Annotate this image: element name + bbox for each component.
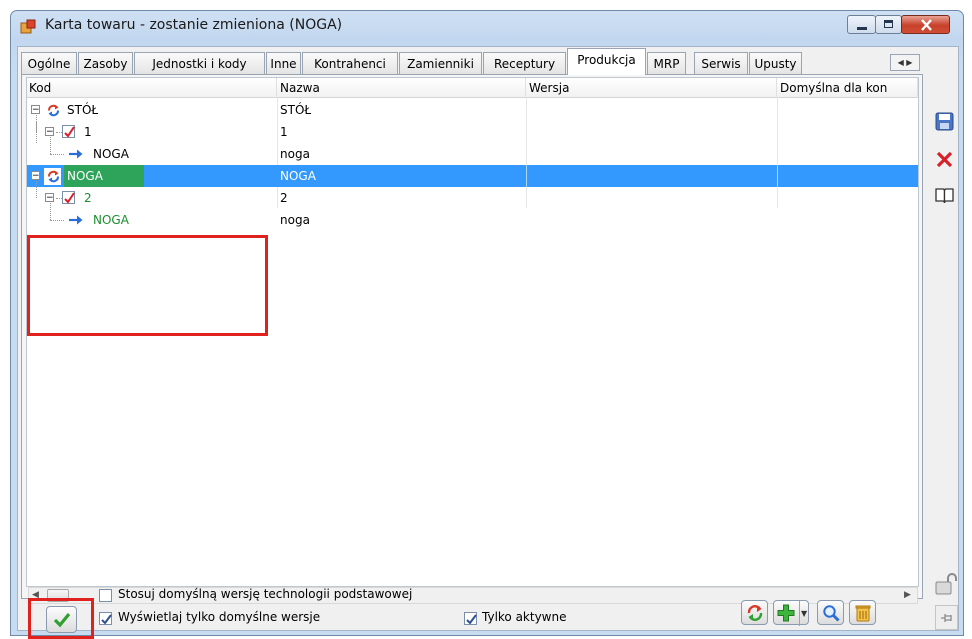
refresh-icon: [747, 605, 763, 621]
tab-scroll-arrows[interactable]: ◀ ▶: [890, 54, 920, 71]
save-button[interactable]: [934, 111, 955, 132]
tab-ogolne[interactable]: Ogólne: [21, 52, 77, 74]
recycle-icon: [48, 170, 59, 183]
app-icon: [20, 19, 36, 34]
client-area: Ogólne Zasoby Jednostki i kody Inne Kont…: [17, 46, 959, 639]
produkcja-panel: Kod Nazwa Wersja Domyślna dla kon − STÓŁ…: [21, 74, 923, 604]
tab-inne[interactable]: Inne: [266, 52, 301, 74]
show-default-only-checkbox[interactable]: [99, 612, 112, 625]
checkmark-icon: [53, 612, 71, 628]
row-kod: NOGA: [93, 213, 129, 227]
column-header-nazwa[interactable]: Nazwa: [278, 78, 526, 98]
search-button[interactable]: [817, 600, 844, 625]
tab-kontrahenci[interactable]: Kontrahenci: [302, 52, 398, 74]
close-icon: [921, 19, 932, 31]
maximize-icon: [884, 20, 893, 28]
split-divider: [799, 601, 800, 626]
tab-serwis[interactable]: Serwis: [694, 52, 748, 74]
tree-line: [50, 203, 51, 220]
only-active-checkbox[interactable]: [464, 612, 477, 625]
collapse-toggle[interactable]: −: [45, 127, 54, 137]
tree-row[interactable]: − 2 2: [27, 181, 918, 209]
scroll-right-arrow-icon[interactable]: ▶: [904, 590, 911, 600]
tree-line: [36, 181, 37, 198]
help-button[interactable]: [934, 185, 955, 206]
arrow-right-icon: [69, 149, 83, 159]
book-icon: [935, 188, 954, 204]
tree-line: [50, 137, 51, 154]
tree-row[interactable]: − 1 1: [27, 115, 918, 143]
maximize-button[interactable]: [875, 15, 902, 34]
main-window: Karta towaru - zostanie zmieniona (NOGA)…: [10, 10, 964, 639]
checkmark-icon: [62, 125, 75, 138]
row-kod: NOGA: [93, 147, 129, 161]
title-bar[interactable]: Karta towaru - zostanie zmieniona (NOGA): [11, 11, 963, 41]
confirm-button[interactable]: [46, 606, 77, 633]
column-divider: [777, 165, 778, 187]
minimize-button[interactable]: [847, 15, 876, 34]
grid-header: Kod Nazwa Wersja Domyślna dla kon: [27, 78, 918, 98]
floppy-disk-icon: [935, 112, 954, 131]
tree-line: [36, 121, 37, 143]
tab-zamienniki[interactable]: Zamienniki: [399, 52, 482, 74]
column-header-kod[interactable]: Kod: [27, 78, 277, 98]
tree-row-selected[interactable]: − NOGA NOGA: [27, 165, 918, 187]
minimize-icon: [857, 27, 867, 30]
tree-line: [50, 154, 64, 155]
cancel-button[interactable]: [934, 149, 955, 170]
tab-produkcja[interactable]: Produkcja: [567, 48, 646, 75]
delete-button[interactable]: [849, 600, 876, 625]
lock-button[interactable]: [935, 572, 957, 596]
row-nazwa: noga: [280, 147, 310, 161]
red-x-icon: [936, 151, 953, 168]
checkmark-icon: [62, 191, 75, 204]
tree-row[interactable]: NOGA noga: [27, 121, 918, 165]
row-nazwa: STÓŁ: [280, 103, 312, 117]
tree-row[interactable]: − STÓŁ STÓŁ: [27, 99, 918, 121]
magnifier-icon: [823, 605, 840, 622]
use-default-version-label: Stosuj domyślną wersję technologii podst…: [118, 587, 413, 601]
row-nazwa: 1: [280, 125, 288, 139]
collapse-toggle[interactable]: −: [31, 105, 40, 115]
arrow-right-icon: [69, 215, 83, 225]
recycle-icon: [48, 104, 59, 117]
row-kod: 2: [84, 191, 92, 205]
window-title: Karta towaru - zostanie zmieniona (NOGA): [45, 17, 343, 33]
tab-mrp[interactable]: MRP: [647, 52, 686, 74]
trash-icon: [855, 605, 871, 622]
pin-icon: [941, 614, 952, 622]
row-nazwa: NOGA: [280, 169, 316, 183]
only-active-label: Tylko aktywne: [482, 610, 567, 624]
plus-icon: [777, 604, 795, 622]
tab-upusty[interactable]: Upusty: [749, 52, 802, 74]
tab-zasoby[interactable]: Zasoby: [78, 52, 133, 74]
row-kod: NOGA: [64, 165, 144, 187]
add-button[interactable]: ▼: [773, 600, 809, 626]
column-header-wersja[interactable]: Wersja: [527, 78, 777, 98]
column-header-domyslna[interactable]: Domyślna dla kon: [778, 78, 918, 98]
close-button[interactable]: [901, 15, 950, 34]
collapse-toggle[interactable]: −: [31, 171, 40, 181]
dropdown-arrow-icon[interactable]: ▼: [801, 609, 807, 618]
row-nazwa: noga: [280, 213, 310, 227]
column-divider: [526, 165, 527, 187]
collapse-toggle[interactable]: −: [45, 193, 54, 203]
tab-jednostki-i-kody[interactable]: Jednostki i kody: [134, 52, 265, 74]
row-kod: 1: [84, 125, 92, 139]
row-kod: STÓŁ: [67, 103, 99, 117]
refresh-button[interactable]: [741, 600, 768, 625]
pin-button[interactable]: [935, 605, 958, 630]
show-default-only-label: Wyświetlaj tylko domyślne wersje: [118, 610, 321, 624]
highlight-box: [27, 235, 268, 336]
tree-row[interactable]: NOGA noga: [27, 203, 918, 231]
use-default-version-checkbox[interactable]: [99, 589, 112, 602]
row-nazwa: 2: [280, 191, 288, 205]
padlock-icon: [935, 573, 957, 595]
tab-receptury[interactable]: Receptury: [483, 52, 566, 74]
tree-line: [50, 220, 64, 221]
